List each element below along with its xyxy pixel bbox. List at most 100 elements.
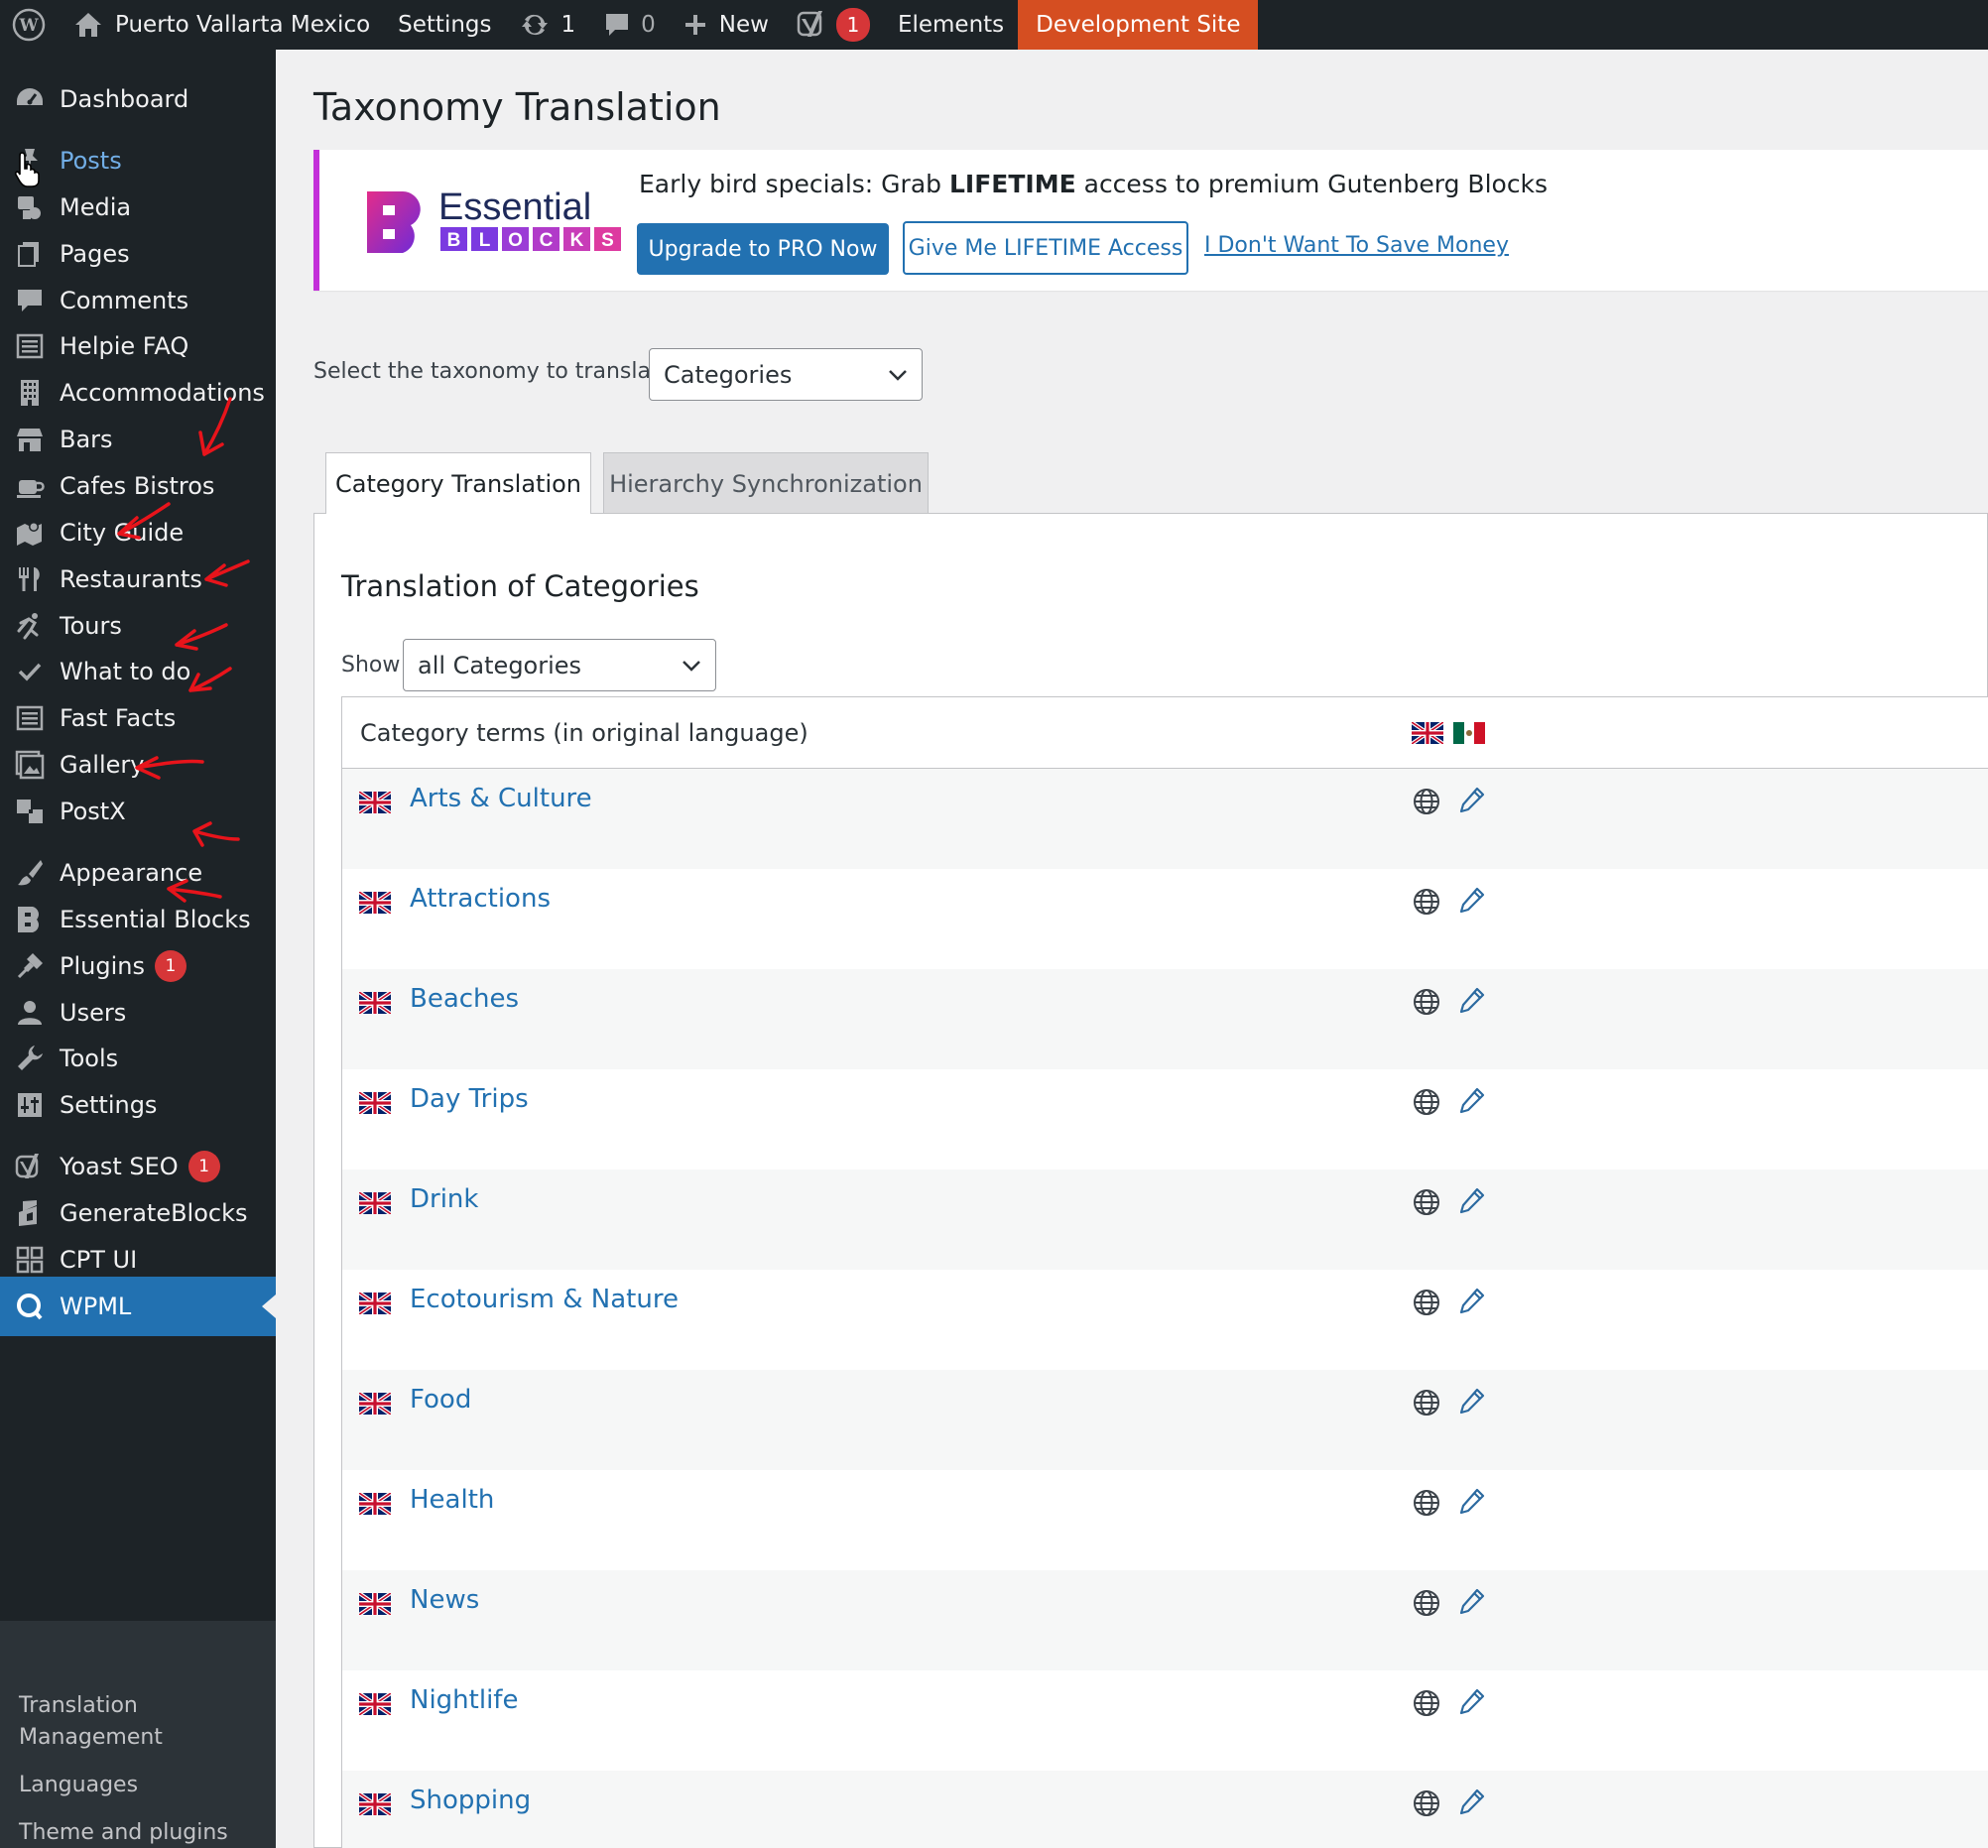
terms-table: Category terms (in original language) Ar… [341, 696, 1988, 1848]
sidebar-item-label: Tools [60, 1045, 119, 1072]
table-row: Ecotourism & Nature [342, 1270, 1988, 1370]
sidebar-item-label: Appearance [60, 859, 203, 887]
lifetime-access-button[interactable]: Give Me LIFETIME Access [903, 221, 1188, 275]
upgrade-pro-button[interactable]: Upgrade to PRO Now [637, 223, 889, 275]
sidebar-item-label: Fast Facts [60, 704, 177, 732]
sidebar-item-label: Tours [60, 612, 122, 640]
uk-flag-icon [359, 992, 391, 1014]
pencil-icon[interactable] [1457, 885, 1487, 919]
updates-link[interactable]: 1 [506, 0, 590, 50]
sidebar-item-label: Cafes Bistros [60, 472, 215, 500]
sidebar-item-label: Essential Blocks [60, 906, 251, 933]
term-link[interactable]: Arts & Culture [410, 784, 592, 813]
mouse-pointer-icon [14, 152, 40, 187]
pencil-icon[interactable] [1457, 1786, 1487, 1820]
table-row: Day Trips [342, 1069, 1988, 1170]
logo-letter: K [570, 230, 584, 251]
sidebar-item-label: City Guide [60, 519, 185, 547]
table-row: News [342, 1570, 1988, 1670]
chevron-down-icon [683, 660, 700, 672]
uk-flag-icon [359, 1192, 391, 1214]
new-label: New [718, 12, 769, 38]
uk-flag-icon [359, 1393, 391, 1415]
comment-icon [606, 14, 629, 36]
pencil-icon[interactable] [1457, 785, 1487, 818]
elements-link[interactable]: Elements [884, 0, 1018, 50]
uk-flag-icon [359, 1693, 391, 1715]
submenu-languages[interactable]: Languages [19, 1770, 138, 1801]
table-header: Category terms (in original language) [342, 697, 1988, 769]
sidebar-item-wpml[interactable]: WPML [0, 1277, 276, 1336]
taxonomy-select-value: Categories [664, 360, 793, 389]
globe-icon[interactable] [1412, 1488, 1441, 1522]
submenu-translation-management[interactable]: Translation Management [19, 1690, 217, 1754]
sidebar-item-label: Gallery [60, 751, 145, 779]
sidebar-item-label: What to do [60, 658, 191, 685]
globe-icon[interactable] [1412, 1588, 1441, 1622]
pencil-icon[interactable] [1457, 985, 1487, 1019]
globe-icon[interactable] [1412, 1087, 1441, 1121]
sidebar-item-settings[interactable]: Settings [0, 1075, 276, 1135]
term-link[interactable]: Beaches [410, 984, 519, 1014]
yoast-badge: 1 [835, 8, 870, 42]
term-link[interactable]: Nightlife [410, 1685, 518, 1715]
globe-icon[interactable] [1412, 1788, 1441, 1822]
sidebar-item-label: Media [60, 193, 132, 221]
svg-text:W: W [18, 16, 39, 36]
show-filter-select[interactable]: all Categories [403, 639, 716, 691]
taxonomy-select[interactable]: Categories [649, 348, 923, 401]
pencil-icon[interactable] [1457, 1386, 1487, 1419]
sliders-icon [0, 1075, 60, 1135]
wordpress-logo-button[interactable]: W [0, 0, 60, 50]
pencil-icon[interactable] [1457, 1586, 1487, 1620]
yoast-link[interactable]: 1 [783, 0, 884, 50]
term-link[interactable]: Drink [410, 1184, 478, 1214]
pencil-icon[interactable] [1457, 1286, 1487, 1319]
promo-notice: Essential BLOCKS Early bird specials: Gr… [313, 150, 1988, 291]
globe-icon[interactable] [1412, 787, 1441, 820]
comments-link[interactable]: 0 [589, 0, 670, 50]
globe-icon[interactable] [1412, 987, 1441, 1021]
site-name-link[interactable]: Puerto Vallarta Mexico [60, 0, 384, 50]
updates-count: 1 [560, 12, 576, 38]
globe-icon[interactable] [1412, 1688, 1441, 1722]
term-link[interactable]: Day Trips [410, 1084, 529, 1114]
term-link[interactable]: News [410, 1585, 479, 1615]
settings-label: Settings [398, 12, 492, 38]
term-link[interactable]: Food [410, 1385, 471, 1415]
pencil-icon[interactable] [1457, 1085, 1487, 1119]
show-filter-value: all Categories [418, 651, 582, 679]
sidebar-item-label: Accommodations [60, 379, 265, 407]
settings-link[interactable]: Settings [384, 0, 505, 50]
globe-icon[interactable] [1412, 1388, 1441, 1421]
pencil-icon[interactable] [1457, 1185, 1487, 1219]
sidebar-item-label: Helpie FAQ [60, 332, 189, 360]
new-content-link[interactable]: New [670, 0, 783, 50]
globe-icon[interactable] [1412, 887, 1441, 921]
globe-icon[interactable] [1412, 1187, 1441, 1221]
wordpress-icon: W [12, 8, 46, 42]
term-link[interactable]: Shopping [410, 1786, 531, 1815]
term-link[interactable]: Ecotourism & Nature [410, 1285, 679, 1314]
globe-icon[interactable] [1412, 1288, 1441, 1321]
sidebar-item-label: Restaurants [60, 565, 202, 593]
notification-badge: 1 [154, 950, 186, 982]
table-header-label: Category terms (in original language) [360, 719, 808, 747]
sidebar-item-postx[interactable]: PostX [0, 782, 276, 841]
uk-flag-icon [359, 1293, 391, 1314]
term-link[interactable]: Attractions [410, 884, 551, 914]
pencil-icon[interactable] [1457, 1486, 1487, 1520]
sidebar-item-label: Users [60, 999, 127, 1027]
comments-count: 0 [641, 12, 656, 38]
development-site-badge[interactable]: Development Site [1018, 0, 1259, 50]
dismiss-promo-link[interactable]: I Don't Want To Save Money [1204, 233, 1509, 258]
sidebar-item-label: GenerateBlocks [60, 1199, 248, 1227]
tab-category-translation[interactable]: Category Translation [325, 452, 591, 514]
tab-hierarchy-synchronization[interactable]: Hierarchy Synchronization [603, 452, 929, 514]
sidebar-item-dashboard[interactable]: Dashboard [0, 69, 276, 129]
mexico-flag-icon [1453, 722, 1485, 744]
term-link[interactable]: Health [410, 1485, 494, 1515]
home-icon [75, 13, 101, 37]
pencil-icon[interactable] [1457, 1686, 1487, 1720]
submenu-theme-and-plugins[interactable]: Theme and plugins [19, 1817, 228, 1848]
